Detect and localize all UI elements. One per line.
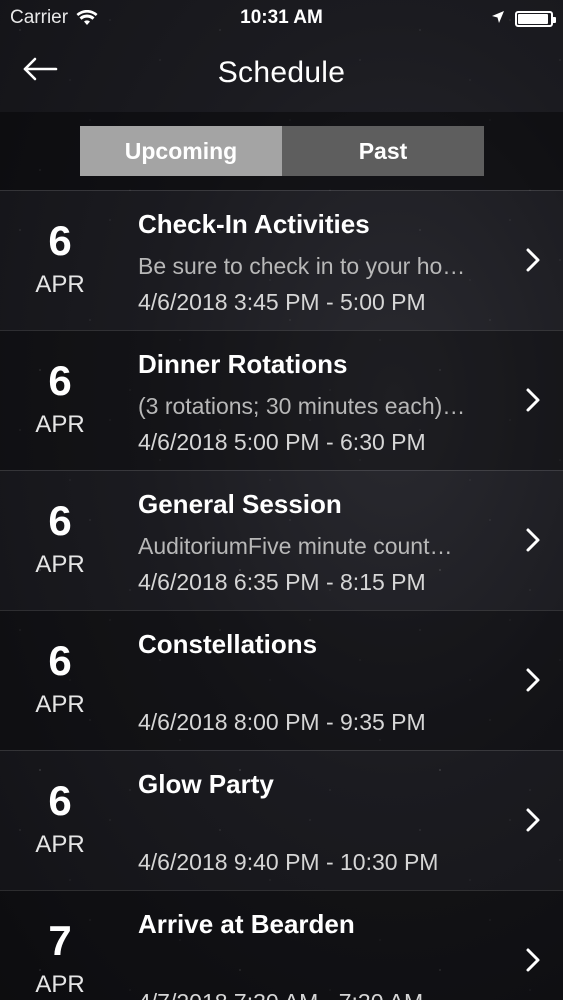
event-time: 4/6/2018 8:00 PM - 9:35 PM: [138, 709, 426, 735]
tab-past[interactable]: Past: [282, 126, 484, 176]
event-month: APR: [35, 411, 85, 438]
event-month: APR: [35, 271, 85, 298]
event-title: General Session: [138, 489, 342, 519]
event-row[interactable]: 6 APR General Session AuditoriumFive min…: [0, 470, 563, 610]
chevron-right-icon: [525, 667, 541, 693]
event-title: Constellations: [138, 629, 318, 659]
location-arrow-icon: [491, 8, 505, 30]
event-month: APR: [35, 691, 85, 718]
event-row[interactable]: 6 APR Constellations 4/6/2018 8:00 PM - …: [0, 610, 563, 750]
battery-icon: [515, 11, 556, 27]
schedule-tabs: Upcoming Past: [80, 126, 484, 176]
event-title: Check-In Activities: [138, 209, 370, 239]
event-day: 6: [48, 637, 72, 684]
status-time: 10:31 AM: [240, 7, 323, 28]
chevron-right-icon: [525, 947, 541, 973]
event-day: 6: [48, 497, 72, 544]
segmented-control-area: Upcoming Past: [0, 112, 563, 190]
event-title: Glow Party: [138, 769, 274, 799]
event-row[interactable]: 6 APR Check-In Activities Be sure to che…: [0, 190, 563, 330]
event-time: 4/7/2018 7:30 AM - 7:30 AM: [138, 989, 423, 1000]
event-row[interactable]: 7 APR Arrive at Bearden 4/7/2018 7:30 AM…: [0, 890, 563, 1000]
event-time: 4/6/2018 5:00 PM - 6:30 PM: [138, 429, 426, 455]
event-day: 6: [48, 357, 72, 404]
event-description: (3 rotations; 30 minutes each)…: [138, 393, 466, 419]
chevron-right-icon: [525, 807, 541, 833]
event-list: 6 APR Check-In Activities Be sure to che…: [0, 190, 563, 1000]
event-time: 4/6/2018 3:45 PM - 5:00 PM: [138, 289, 426, 315]
battery-level: [518, 14, 549, 24]
chevron-right-icon: [525, 247, 541, 273]
event-title: Dinner Rotations: [138, 349, 348, 379]
event-row[interactable]: 6 APR Glow Party 4/6/2018 9:40 PM - 10:3…: [0, 750, 563, 890]
event-title: Arrive at Bearden: [138, 909, 355, 939]
navigation-bar: Schedule: [0, 36, 563, 112]
event-description: AuditoriumFive minute count…: [138, 533, 453, 559]
tab-upcoming[interactable]: Upcoming: [80, 126, 282, 176]
event-day: 6: [48, 217, 72, 264]
event-month: APR: [35, 971, 85, 998]
event-time: 4/6/2018 6:35 PM - 8:15 PM: [138, 569, 426, 595]
status-right: [491, 8, 556, 30]
chevron-right-icon: [525, 387, 541, 413]
event-time: 4/6/2018 9:40 PM - 10:30 PM: [138, 849, 439, 875]
event-day: 6: [48, 777, 72, 824]
event-month: APR: [35, 551, 85, 578]
chevron-right-icon: [525, 527, 541, 553]
event-month: APR: [35, 831, 85, 858]
event-description: Be sure to check in to your ho…: [138, 253, 466, 279]
event-row[interactable]: 6 APR Dinner Rotations (3 rotations; 30 …: [0, 330, 563, 470]
page-title: Schedule: [217, 56, 346, 89]
status-bar: Carrier 10:31 AM: [0, 0, 563, 36]
event-day: 7: [48, 917, 72, 964]
